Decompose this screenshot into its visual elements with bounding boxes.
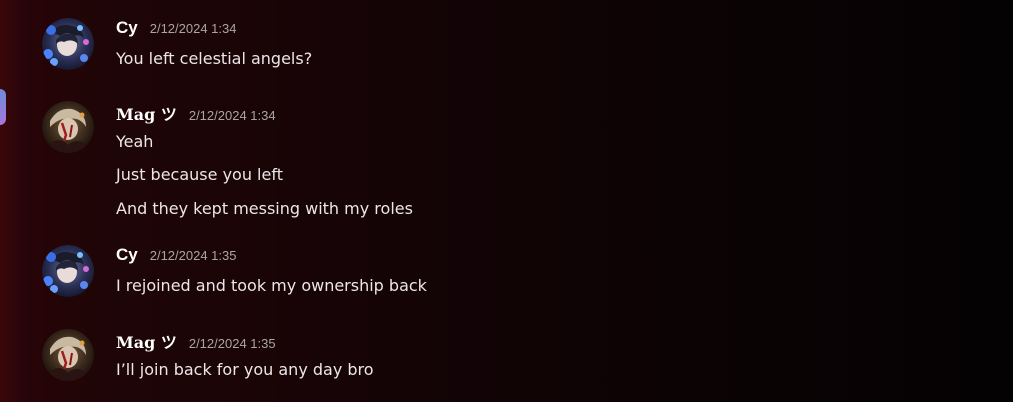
message-header: Mag ツ 2/12/2024 1:35: [116, 329, 276, 353]
message-text: Just because you left: [116, 165, 283, 184]
timestamp[interactable]: 2/12/2024 1:34: [189, 108, 276, 123]
message-list: Cy 2/12/2024 1:34 You left celestial ang…: [0, 0, 1013, 402]
username[interactable]: Cy: [116, 245, 138, 265]
message-text: And they kept messing with my roles: [116, 199, 413, 218]
username[interactable]: Cy: [116, 18, 138, 38]
message-group: Cy 2/12/2024 1:34 You left celestial ang…: [42, 18, 942, 78]
message-text: I rejoined and took my ownership back: [116, 276, 427, 295]
message-header: Cy 2/12/2024 1:35: [116, 245, 236, 267]
message-header: Mag ツ 2/12/2024 1:34: [116, 101, 276, 125]
mag-avatar[interactable]: [42, 101, 94, 153]
timestamp[interactable]: 2/12/2024 1:34: [150, 21, 237, 36]
message-text: I’ll join back for you any day bro: [116, 360, 374, 379]
message-text: Yeah: [116, 132, 154, 151]
message-group: Mag ツ 2/12/2024 1:34 Yeah Just because y…: [42, 101, 942, 221]
message-group: Mag ツ 2/12/2024 1:35 I’ll join back for …: [42, 329, 942, 389]
username[interactable]: Mag ツ: [116, 329, 177, 353]
timestamp[interactable]: 2/12/2024 1:35: [150, 248, 237, 263]
message-header: Cy 2/12/2024 1:34: [116, 18, 236, 40]
cy-avatar[interactable]: [42, 18, 94, 70]
message-group: Cy 2/12/2024 1:35 I rejoined and took my…: [42, 245, 942, 305]
username[interactable]: Mag ツ: [116, 101, 177, 125]
timestamp[interactable]: 2/12/2024 1:35: [189, 336, 276, 351]
cy-avatar[interactable]: [42, 245, 94, 297]
message-text: You left celestial angels?: [116, 49, 313, 68]
mag-avatar[interactable]: [42, 329, 94, 381]
